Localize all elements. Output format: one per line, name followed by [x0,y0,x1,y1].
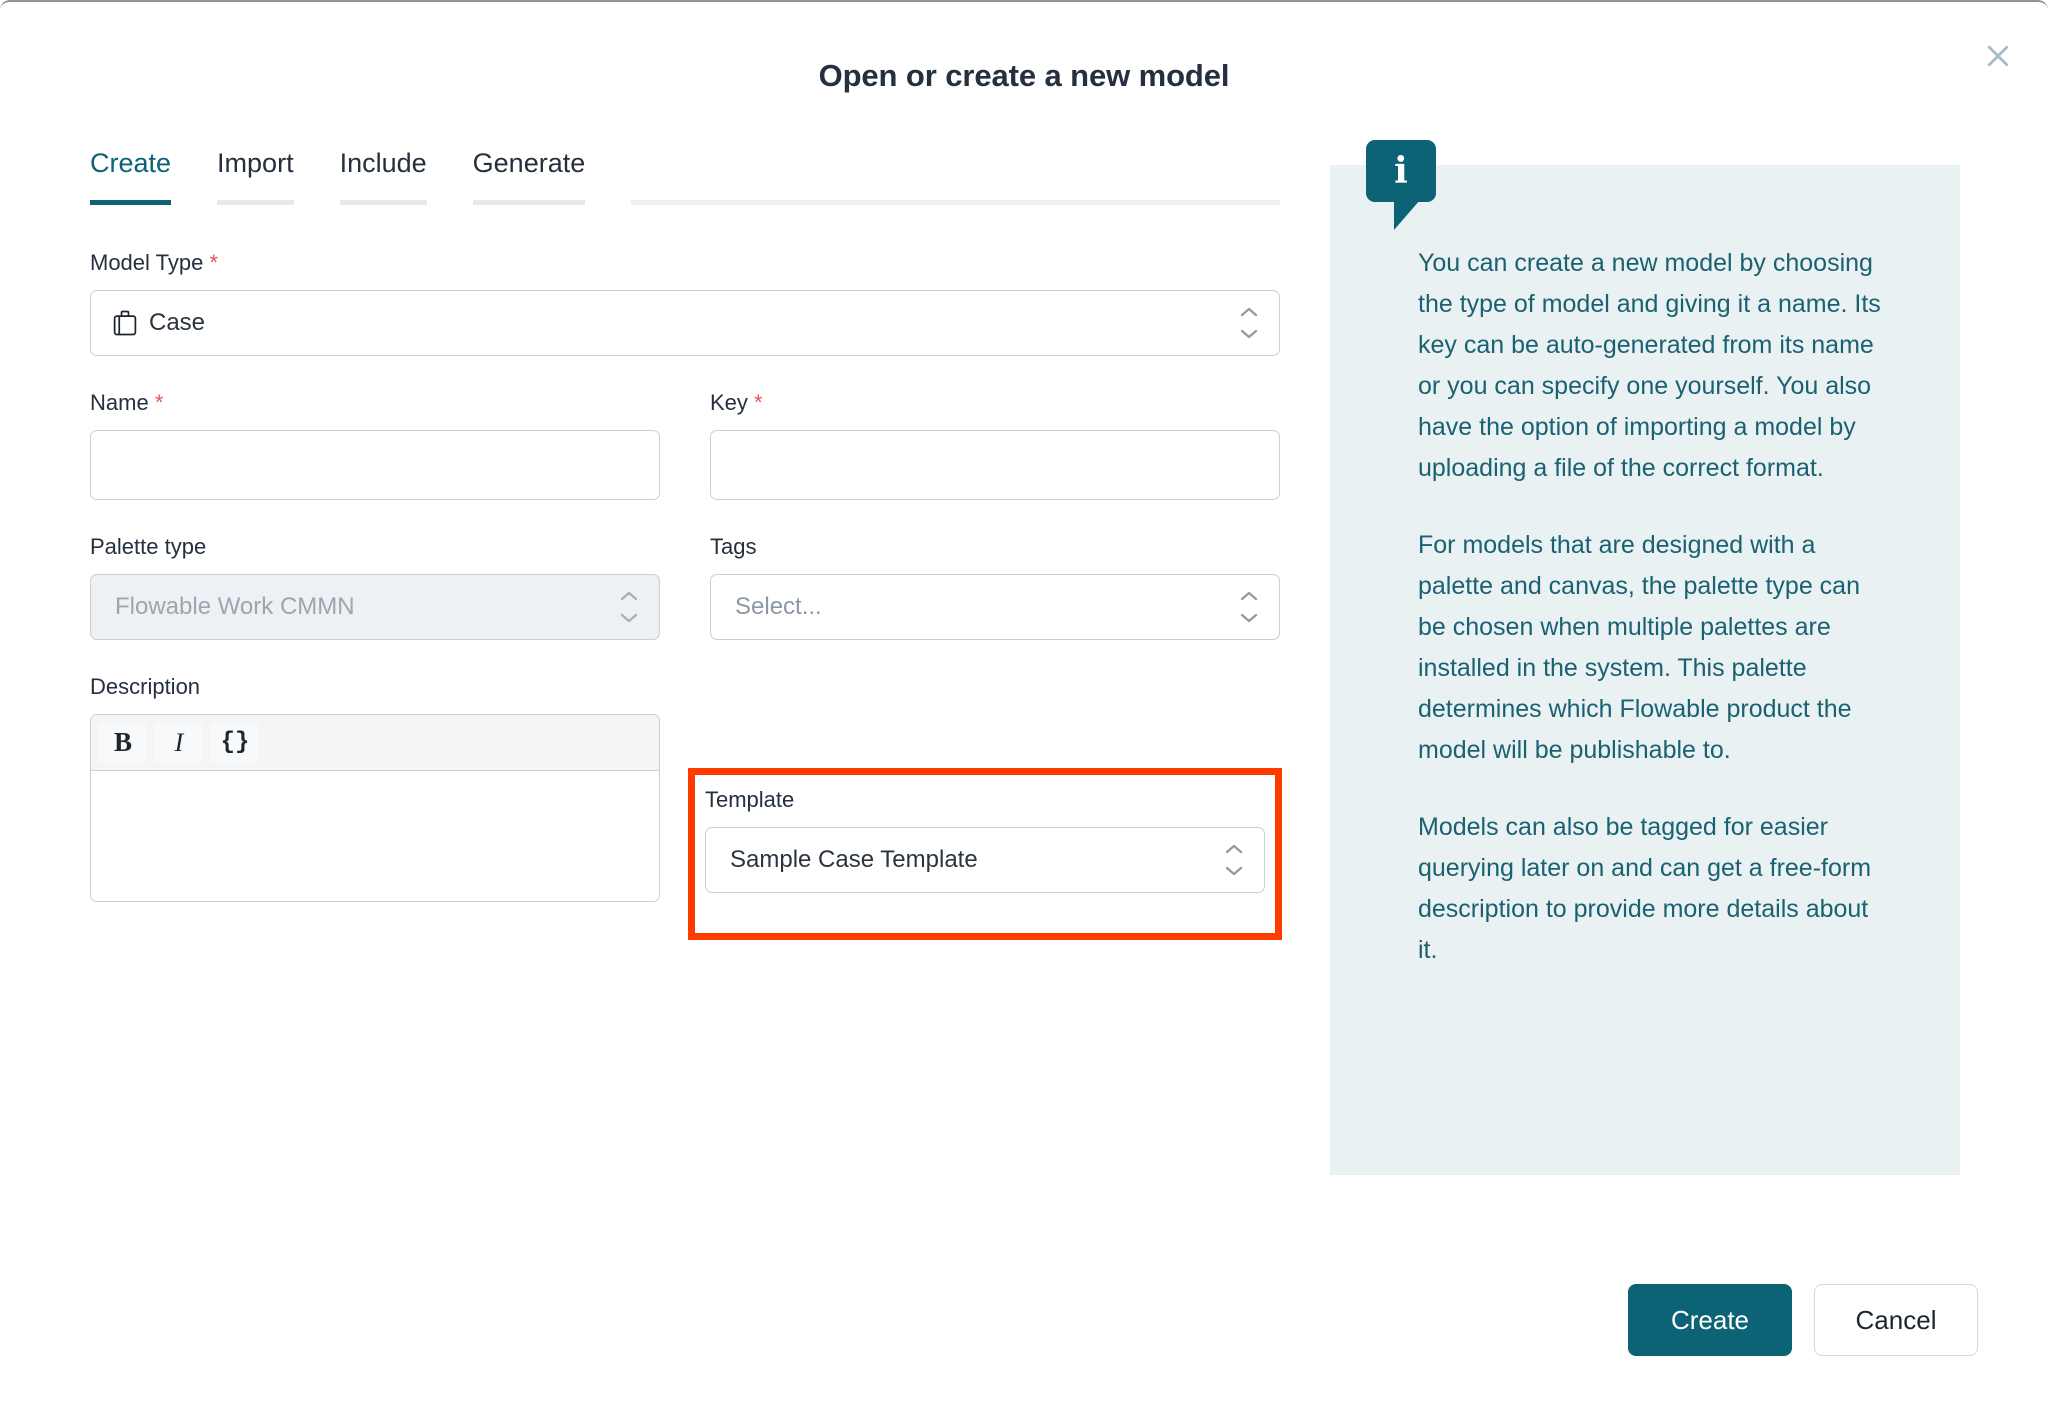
key-input[interactable] [710,430,1280,500]
description-textarea[interactable] [91,771,659,901]
info-icon: i [1366,140,1436,202]
tab-create-underline [90,200,171,205]
tab-create-label: Create [90,148,171,178]
palette-type-label: Palette type [90,534,660,560]
info-paragraph-2: For models that are designed with a pale… [1418,525,1882,771]
tab-include[interactable]: Include [340,142,427,205]
tags-placeholder: Select... [725,593,822,621]
case-icon [111,308,139,338]
model-type-select[interactable]: Case [90,290,1280,356]
tab-create[interactable]: Create [90,142,171,205]
description-label: Description [90,674,660,700]
name-input[interactable] [90,430,660,500]
palette-type-value: Flowable Work CMMN [105,593,355,621]
tab-generate-label: Generate [473,148,586,178]
tags-field: Tags Select... [710,534,1280,640]
template-label: Template [705,787,1265,813]
key-label-text: Key [710,390,748,415]
model-type-required-marker: * [209,250,218,275]
tab-import-underline [217,200,294,205]
info-panel-text: You can create a new model by choosing t… [1330,165,1960,971]
info-panel: You can create a new model by choosing t… [1330,165,1960,1175]
template-field: Template Sample Case Template [705,787,1265,893]
chevron-updown-icon[interactable] [1239,590,1259,624]
model-type-label-text: Model Type [90,250,203,275]
tags-select[interactable]: Select... [710,574,1280,640]
description-toolbar: B I {} [91,715,659,771]
italic-button[interactable]: I [155,723,203,763]
key-label: Key * [710,390,1280,416]
key-required-marker: * [754,390,763,415]
model-type-value: Case [139,309,205,337]
tab-include-label: Include [340,148,427,178]
chevron-updown-icon[interactable] [1224,843,1244,877]
palette-type-field: Palette type Flowable Work CMMN [90,534,660,640]
name-label-text: Name [90,390,149,415]
bold-button[interactable]: B [99,723,147,763]
info-paragraph-3: Models can also be tagged for easier que… [1418,807,1882,971]
name-field: Name * [90,390,660,500]
key-field: Key * [710,390,1280,500]
tab-include-underline [340,200,427,205]
chevron-updown-icon[interactable] [1239,306,1259,340]
palette-type-select: Flowable Work CMMN [90,574,660,640]
tags-label: Tags [710,534,1280,560]
chevron-updown-icon [619,590,639,624]
tab-bar-underline [631,200,1280,205]
template-value: Sample Case Template [720,846,978,874]
cancel-button[interactable]: Cancel [1814,1284,1978,1356]
dialog-footer: Create Cancel [1628,1284,1978,1356]
info-paragraph-1: You can create a new model by choosing t… [1418,243,1882,489]
name-label: Name * [90,390,660,416]
tab-import-label: Import [217,148,294,178]
name-required-marker: * [155,390,164,415]
template-highlight-box: Template Sample Case Template [688,768,1282,940]
info-icon-glyph: i [1394,153,1408,189]
code-button[interactable]: {} [211,723,259,763]
description-field: Description B I {} [90,674,660,902]
open-or-create-model-dialog: Open or create a new model Create Import… [0,0,2048,1404]
tab-generate[interactable]: Generate [473,142,586,205]
create-button[interactable]: Create [1628,1284,1792,1356]
tab-import[interactable]: Import [217,142,294,205]
model-type-label: Model Type * [90,250,1280,276]
tab-bar: Create Import Include Generate [90,142,1280,205]
description-editor: B I {} [90,714,660,902]
page-title: Open or create a new model [0,58,2048,94]
tab-generate-underline [473,200,586,205]
tab-bar-filler [631,142,1280,205]
model-type-field: Model Type * Case [90,250,1280,356]
template-select[interactable]: Sample Case Template [705,827,1265,893]
